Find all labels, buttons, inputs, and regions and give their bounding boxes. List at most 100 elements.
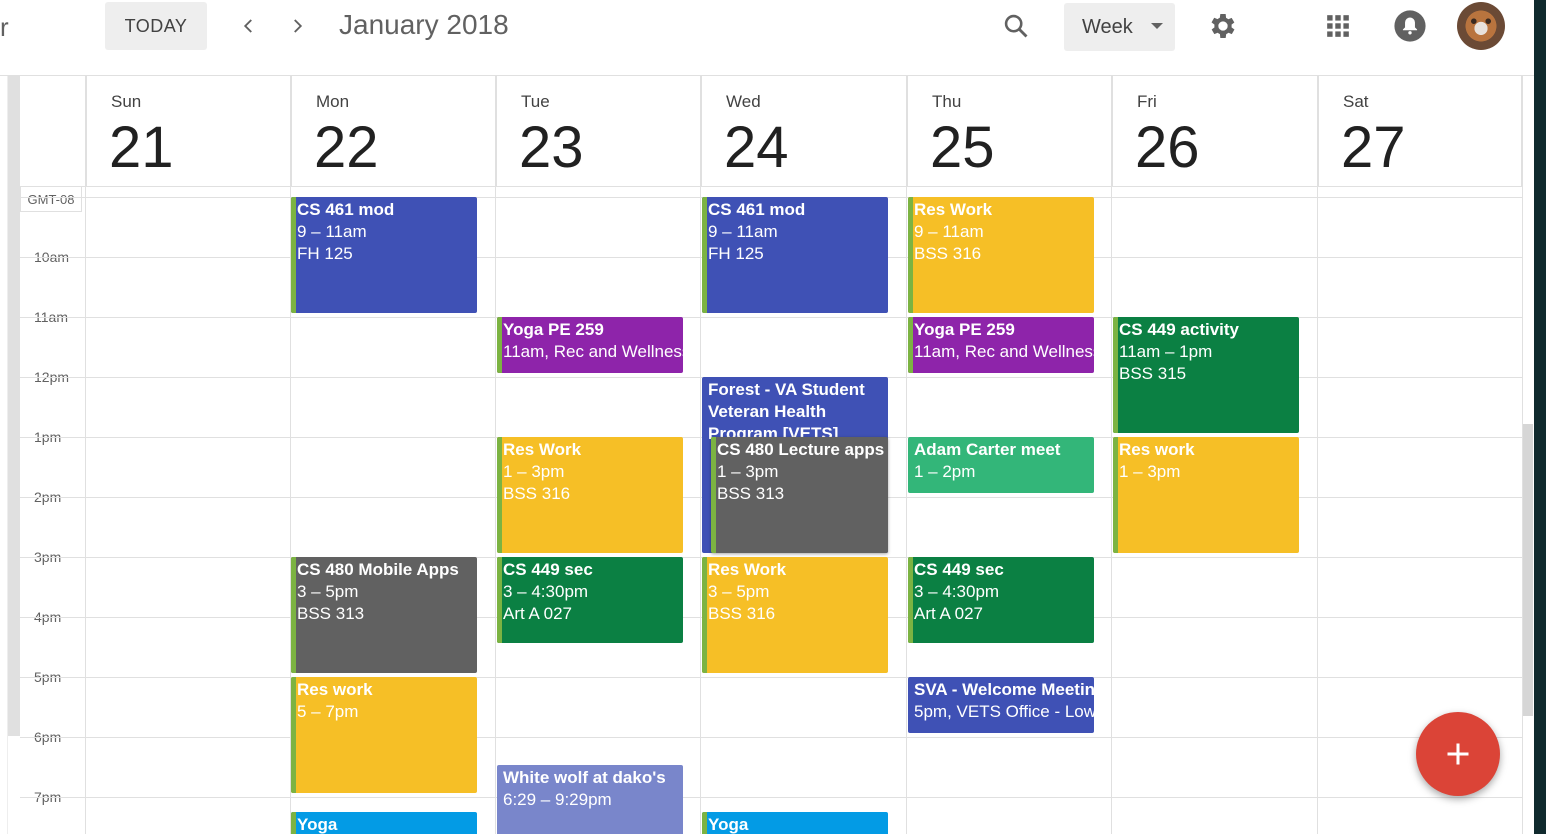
app-title-fragment: r [0, 12, 9, 42]
event-whitewolf-tue[interactable]: White wolf at dako's 6:29 – 9:29pm [497, 765, 683, 834]
event-location: FH 125 [708, 244, 764, 263]
event-title: CS 449 sec [914, 560, 1004, 579]
event-title: CS 480 Mobile Apps [297, 560, 459, 579]
day-number[interactable]: 21 [109, 114, 174, 181]
day-name: Mon [316, 92, 350, 111]
event-time: 11am, Rec and Wellness [914, 342, 1094, 361]
event-time: 3 – 5pm [708, 582, 770, 601]
event-yoga-wed[interactable]: Yoga [702, 812, 888, 834]
event-location: BSS 316 [503, 484, 571, 503]
event-cs449-thu[interactable]: CS 449 sec 3 – 4:30pm Art A 027 [908, 557, 1094, 643]
event-title: Forest - VA Student Veteran Health Progr… [708, 380, 865, 443]
event-title: CS 461 mod [297, 200, 395, 219]
search-button[interactable] [996, 6, 1036, 46]
event-yoga-tue[interactable]: Yoga PE 259 11am, Rec and Wellness [497, 317, 683, 373]
day-number[interactable]: 27 [1341, 114, 1406, 181]
event-cs480-wed[interactable]: CS 480 Lecture apps 1 – 3pm BSS 313 [711, 437, 888, 553]
apps-button[interactable] [1318, 6, 1358, 46]
plus-icon [1447, 743, 1469, 765]
event-reswork-tue[interactable]: Res Work 1 – 3pm BSS 316 [497, 437, 683, 553]
day-number[interactable]: 25 [930, 114, 995, 181]
grid-scrollbar-thumb[interactable] [1523, 424, 1533, 716]
day-number[interactable]: 24 [724, 114, 789, 181]
day-header-sat[interactable]: Sat 27 [1318, 76, 1522, 186]
event-time: 11am – 1pm [1119, 342, 1213, 361]
event-title: Res work [297, 680, 373, 699]
day-column-divider [700, 76, 701, 834]
day-number[interactable]: 22 [314, 114, 379, 181]
day-name: Wed [726, 92, 761, 111]
event-title: Yoga [708, 815, 749, 834]
search-icon [1004, 14, 1028, 38]
gear-icon [1211, 14, 1235, 38]
day-name: Sat [1343, 92, 1369, 111]
day-name: Thu [932, 92, 962, 111]
event-time: 9 – 11am [297, 222, 367, 241]
hour-line [20, 737, 1522, 738]
day-name: Tue [521, 92, 550, 111]
event-cs449-tue[interactable]: CS 449 sec 3 – 4:30pm Art A 027 [497, 557, 683, 643]
event-location: FH 125 [297, 244, 353, 263]
event-location: BSS 313 [717, 484, 785, 503]
account-avatar[interactable] [1457, 2, 1505, 50]
event-location: BSS 313 [297, 604, 365, 623]
day-name: Sun [111, 92, 142, 111]
timezone-label: GMT-08 [20, 186, 82, 212]
event-time: 1 – 3pm [717, 462, 779, 481]
hour-line [20, 677, 1522, 678]
notifications-button[interactable] [1390, 6, 1430, 46]
event-sva-thu[interactable]: SVA - Welcome Meeting 5pm, VETS Office -… [908, 677, 1094, 733]
next-period-button[interactable] [280, 8, 314, 44]
event-yoga-thu[interactable]: Yoga PE 259 11am, Rec and Wellness [908, 317, 1094, 373]
day-header-sun[interactable]: Sun 21 [86, 76, 291, 186]
event-title: CS 449 activity [1119, 320, 1240, 339]
event-title: Yoga [297, 815, 338, 834]
day-column-divider [495, 76, 496, 834]
event-cs480-mon[interactable]: CS 480 Mobile Apps 3 – 5pm BSS 313 [291, 557, 477, 673]
event-time: 9 – 11am [708, 222, 778, 241]
sidebar-scrollbar[interactable] [8, 76, 20, 736]
event-title: Yoga PE 259 [503, 320, 604, 339]
day-header-thu[interactable]: Thu 25 [907, 76, 1112, 186]
event-cs449-fri[interactable]: CS 449 activity 11am – 1pm BSS 315 [1113, 317, 1299, 433]
day-column-divider [1317, 76, 1318, 834]
event-cs461-wed[interactable]: CS 461 mod 9 – 11am FH 125 [702, 197, 888, 313]
hour-line [20, 797, 1522, 798]
settings-button[interactable] [1203, 6, 1243, 46]
day-number[interactable]: 26 [1135, 114, 1200, 181]
day-column-divider [85, 76, 86, 834]
event-title: Res Work [708, 560, 787, 579]
event-title: Yoga PE 259 [914, 320, 1015, 339]
day-name: Fri [1137, 92, 1157, 111]
event-yoga-mon[interactable]: Yoga [291, 812, 477, 834]
event-time: 1 – 3pm [1119, 462, 1181, 481]
event-time: 5 – 7pm [297, 702, 359, 721]
day-header-mon[interactable]: Mon 22 [291, 76, 496, 186]
event-title: Adam Carter meet [914, 440, 1061, 459]
event-location: BSS 316 [914, 244, 982, 263]
chevron-left-icon [243, 19, 252, 33]
event-time: 6:29 – 9:29pm [503, 790, 612, 809]
event-reswork-thu[interactable]: Res Work 9 – 11am BSS 316 [908, 197, 1094, 313]
bell-icon [1394, 10, 1426, 42]
view-selector[interactable]: Week [1064, 3, 1175, 51]
event-time: 5pm, VETS Office - Lower [914, 702, 1094, 721]
event-location: Art A 027 [503, 604, 572, 623]
event-title: CS 449 sec [503, 560, 593, 579]
event-reswork-fri[interactable]: Res work 1 – 3pm [1113, 437, 1299, 553]
top-bar: r TODAY January 2018 Week [0, 0, 1534, 76]
day-header-wed[interactable]: Wed 24 [701, 76, 906, 186]
create-event-button[interactable] [1416, 712, 1500, 796]
event-reswork-mon[interactable]: Res work 5 – 7pm [291, 677, 477, 793]
event-time: 1 – 3pm [503, 462, 565, 481]
event-time: 9 – 11am [914, 222, 984, 241]
day-number[interactable]: 23 [519, 114, 584, 181]
day-header-fri[interactable]: Fri 26 [1112, 76, 1317, 186]
event-adamcarter-thu[interactable]: Adam Carter meet 1 – 2pm [908, 437, 1094, 493]
event-reswork-wed[interactable]: Res Work 3 – 5pm BSS 316 [702, 557, 888, 673]
day-header-tue[interactable]: Tue 23 [496, 76, 701, 186]
chevron-right-icon [294, 19, 303, 33]
today-button[interactable]: TODAY [105, 2, 207, 50]
event-cs461-mon[interactable]: CS 461 mod 9 – 11am FH 125 [291, 197, 477, 313]
previous-period-button[interactable] [232, 8, 266, 44]
